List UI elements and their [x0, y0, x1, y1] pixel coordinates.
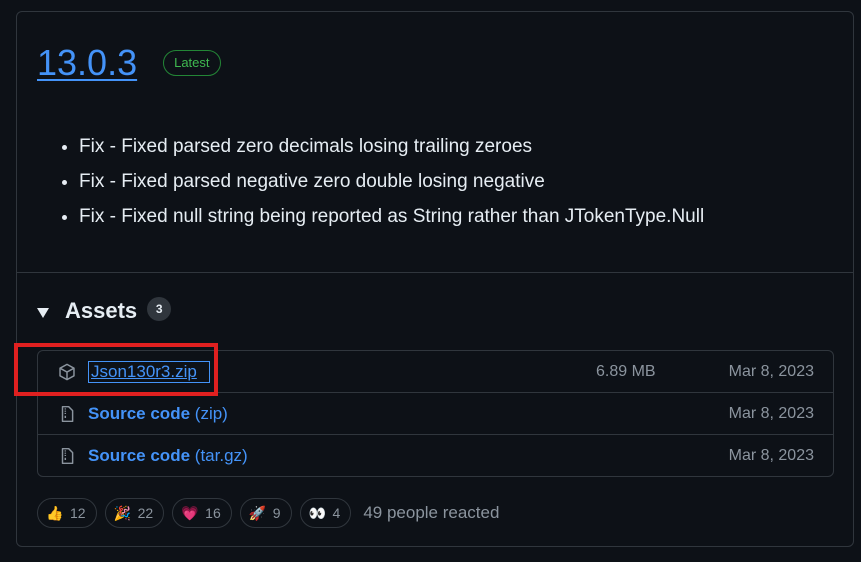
assets-toggle[interactable]: Assets 3	[37, 297, 172, 324]
asset-format: (tar.gz)	[194, 446, 248, 465]
reactions-bar: 👍 12 🎉 22 💗 16 🚀 9 👀 4 49 people reacted	[37, 498, 499, 528]
release-notes: Fix - Fixed parsed zero decimals losing …	[37, 134, 704, 239]
reaction-count: 16	[205, 505, 221, 521]
reactions-summary: 49 people reacted	[363, 503, 500, 522]
file-zip-icon	[61, 405, 74, 423]
release-note-item: Fix - Fixed parsed negative zero double …	[79, 169, 704, 204]
asset-row: Source code (zip) Mar 8, 2023	[38, 392, 833, 434]
file-zip-icon	[61, 447, 74, 465]
selection-highlight-box	[14, 343, 218, 396]
rocket-icon: 🚀	[248, 504, 267, 521]
triangle-down-icon	[37, 308, 49, 318]
asset-date: Mar 8, 2023	[728, 363, 814, 380]
reaction-count: 22	[137, 505, 154, 521]
release-note-item: Fix - Fixed null string being reported a…	[79, 204, 704, 239]
asset-row: Source code (tar.gz) Mar 8, 2023	[38, 434, 833, 476]
release-header: 13.0.3 Latest	[37, 42, 221, 84]
asset-date: Mar 8, 2023	[728, 447, 814, 464]
hooray-icon: 🎉	[113, 504, 132, 521]
release-note-item: Fix - Fixed parsed zero decimals losing …	[79, 134, 704, 169]
reaction-rocket-button[interactable]: 🚀 9	[239, 498, 292, 528]
reaction-count: 4	[332, 505, 341, 521]
reaction-count: 9	[272, 505, 281, 521]
reaction-hooray-button[interactable]: 🎉 22	[104, 498, 165, 528]
asset-link-source-targz[interactable]: Source code (tar.gz)	[88, 446, 248, 466]
reaction-thumbs-up-button[interactable]: 👍 12	[37, 498, 97, 528]
latest-badge: Latest	[163, 50, 221, 76]
release-card: 13.0.3 Latest Fix - Fixed parsed zero de…	[16, 11, 854, 547]
asset-name: Source code	[88, 446, 191, 465]
assets-count-badge: 3	[147, 297, 172, 321]
reaction-count: 12	[70, 505, 86, 521]
heart-icon: 💗	[181, 504, 199, 521]
release-version-link[interactable]: 13.0.3	[37, 42, 137, 84]
asset-size: 6.89 MB	[596, 363, 656, 380]
eyes-icon: 👀	[308, 504, 326, 521]
asset-format: (zip)	[194, 404, 228, 423]
asset-date: Mar 8, 2023	[728, 405, 814, 422]
thumbs-up-icon: 👍	[46, 504, 64, 521]
reaction-eyes-button[interactable]: 👀 4	[299, 498, 352, 528]
section-divider	[17, 272, 853, 273]
asset-link-source-zip[interactable]: Source code (zip)	[88, 404, 228, 424]
assets-heading: Assets	[65, 298, 138, 323]
asset-name: Source code	[88, 404, 191, 423]
reaction-heart-button[interactable]: 💗 16	[172, 498, 232, 528]
